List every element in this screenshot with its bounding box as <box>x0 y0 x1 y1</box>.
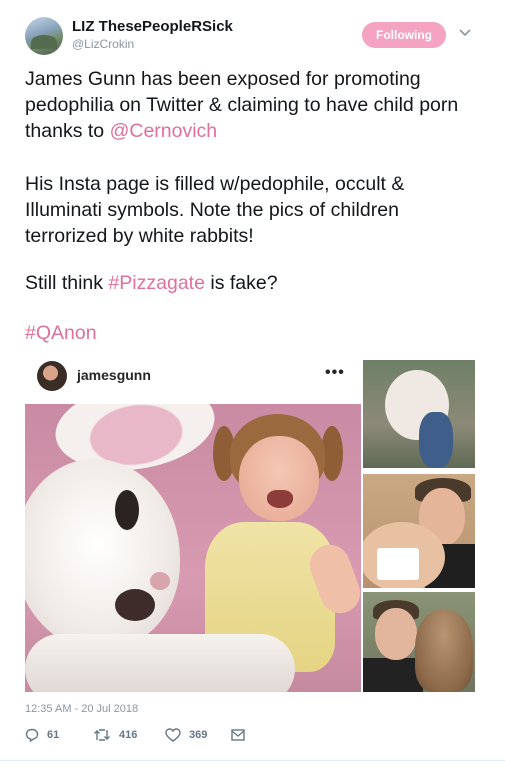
avatar[interactable] <box>25 17 63 55</box>
tweet-text: James Gunn has been exposed for promotin… <box>25 68 459 142</box>
tweet-text: is fake? <box>204 272 278 294</box>
bunny-head <box>25 459 180 649</box>
reply-icon <box>25 728 39 742</box>
tweet-text: Still think <box>25 272 109 294</box>
bunny-arm <box>25 634 295 692</box>
mention-link[interactable]: @Cernovich <box>110 120 218 142</box>
bunny-mouth <box>115 589 155 621</box>
owl <box>415 610 473 692</box>
tweet-card: LIZ ThesePeopleRSick @LizCrokin Followin… <box>0 0 505 768</box>
side-photo-2 <box>363 474 475 588</box>
tweet-timestamp[interactable]: 12:35 AM - 20 Jul 2018 <box>25 703 138 715</box>
retweet-count: 416 <box>119 729 138 741</box>
display-name[interactable]: LIZ ThesePeopleRSick <box>72 18 233 35</box>
like-count: 369 <box>189 729 208 741</box>
direct-message-button[interactable] <box>231 729 251 741</box>
tweet-media[interactable]: jamesgunn ••• <box>25 352 475 692</box>
user-handle[interactable]: @LizCrokin <box>72 37 134 51</box>
reply-button[interactable]: 61 <box>25 728 93 742</box>
person-face <box>375 608 417 660</box>
hashtag-link[interactable]: #Pizzagate <box>108 272 204 294</box>
side-photo-1 <box>363 360 475 468</box>
divider <box>0 760 505 761</box>
envelope-icon <box>231 729 245 741</box>
retweet-button[interactable]: 416 <box>93 728 165 742</box>
tweet-paragraph-3: Still think #Pizzagate is fake? <box>25 270 485 296</box>
bunny-eye <box>115 490 139 530</box>
heart-icon <box>165 728 181 742</box>
instagram-post-screenshot: jamesgunn ••• <box>25 352 361 692</box>
bunny-nose <box>150 572 170 590</box>
main-photo <box>25 404 361 692</box>
child-face <box>239 436 319 521</box>
retweet-icon <box>93 728 111 742</box>
following-button[interactable]: Following <box>362 22 446 48</box>
tweet-actions: 61 416 369 <box>25 726 251 744</box>
side-photo-3 <box>363 592 475 692</box>
chevron-down-icon[interactable] <box>457 25 473 41</box>
reply-count: 61 <box>47 729 60 741</box>
hashtag-qanon-link[interactable]: #QAnon <box>25 320 485 346</box>
person-shirt <box>363 658 423 692</box>
instagram-avatar <box>37 361 67 391</box>
child-mouth <box>267 490 293 508</box>
more-options-icon: ••• <box>325 364 345 381</box>
tweet-paragraph-1: James Gunn has been exposed for promotin… <box>25 66 485 144</box>
pizza-box-label <box>377 548 419 580</box>
child-figure <box>419 412 453 468</box>
like-button[interactable]: 369 <box>165 728 231 742</box>
instagram-username: jamesgunn <box>77 367 151 383</box>
tweet-paragraph-2: His Insta page is filled w/pedophile, oc… <box>25 173 405 247</box>
